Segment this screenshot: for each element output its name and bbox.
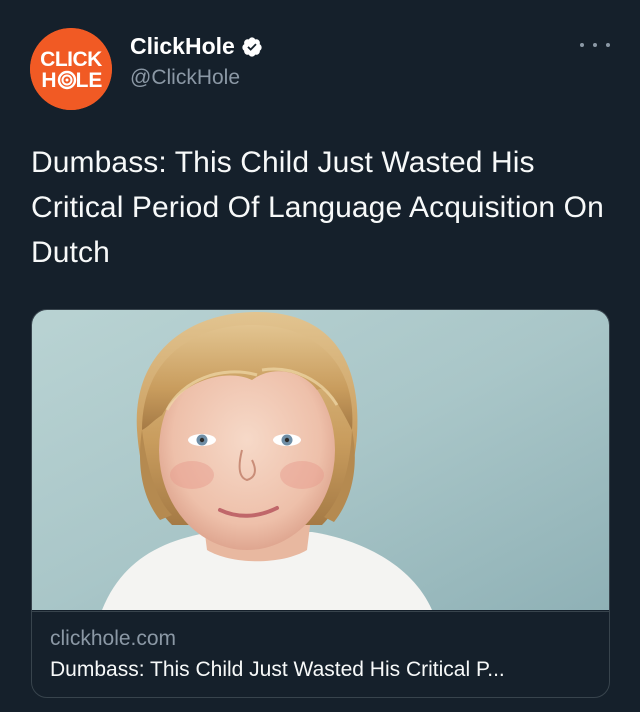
card-image[interactable] — [32, 310, 609, 610]
more-icon-dot — [606, 43, 610, 47]
account-handle[interactable]: @ClickHole — [130, 66, 240, 90]
card-domain: clickhole.com — [50, 627, 177, 650]
link-card[interactable]: clickhole.com Dumbass: This Child Just W… — [31, 309, 610, 698]
display-name[interactable]: ClickHole — [130, 33, 263, 60]
more-options-button[interactable] — [580, 34, 610, 56]
child-portrait-image — [32, 310, 609, 610]
avatar-logo-top: CLICK — [40, 48, 102, 71]
card-meta[interactable]: clickhole.com Dumbass: This Child Just W… — [32, 611, 609, 697]
more-icon-dot — [580, 43, 584, 47]
tweet-text: Dumbass: This Child Just Wasted His Crit… — [31, 146, 604, 269]
avatar[interactable]: CLICK H LE — [30, 28, 112, 110]
display-name-text: ClickHole — [130, 33, 235, 59]
avatar-logo-bottom-le: LE — [76, 69, 103, 92]
avatar-logo-bottom-h: H — [41, 69, 56, 92]
more-icon-dot — [593, 43, 597, 47]
clickhole-logo-icon: CLICK H LE — [30, 28, 112, 110]
verified-badge-icon — [241, 36, 263, 58]
card-title: Dumbass: This Child Just Wasted His Crit… — [50, 658, 505, 681]
tweet: CLICK H LE ClickHole @ClickHole Dumbass:… — [0, 0, 640, 712]
